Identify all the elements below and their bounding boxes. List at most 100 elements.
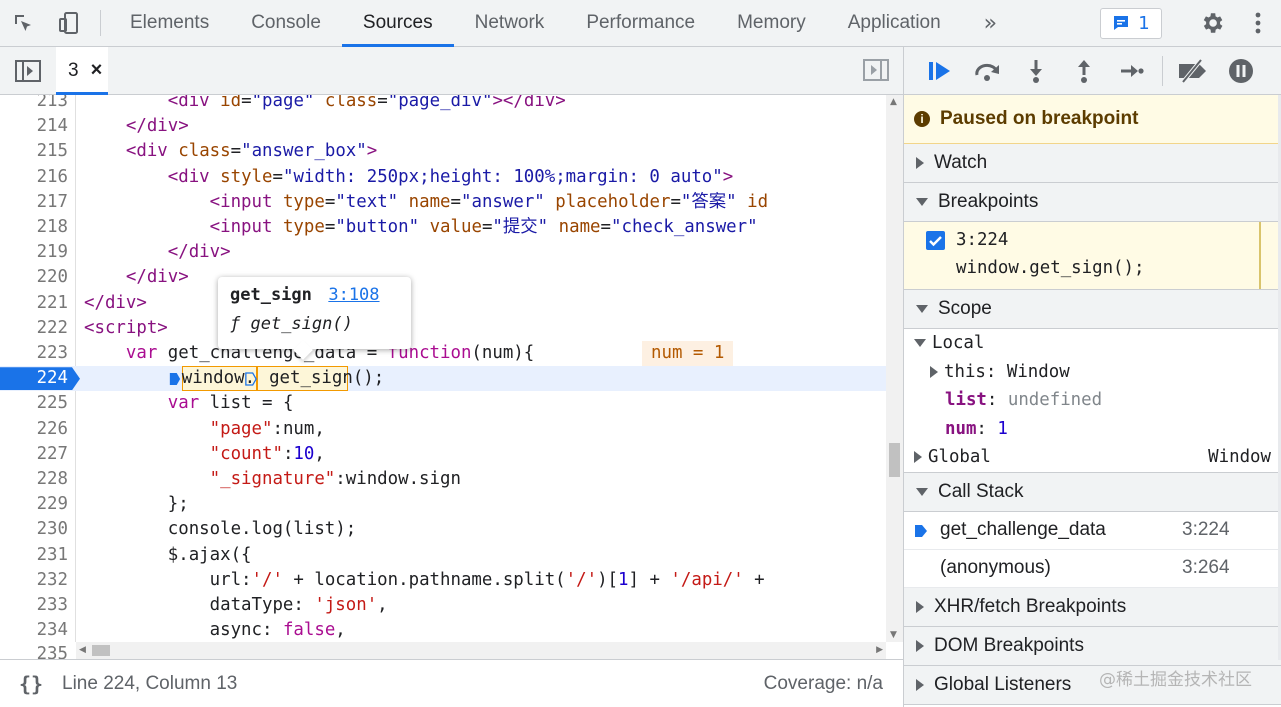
- breakpoint-item[interactable]: 3:224 window.get_sign();: [904, 222, 1281, 290]
- pretty-print-icon[interactable]: {}: [0, 672, 62, 696]
- resume-icon[interactable]: [916, 47, 964, 95]
- line-number[interactable]: 219: [0, 240, 68, 265]
- code-line: 226 "page":num,: [0, 417, 886, 442]
- call-frame[interactable]: (anonymous) 3:264: [904, 550, 1281, 588]
- section-breakpoints[interactable]: Breakpoints: [904, 183, 1281, 222]
- code-line: 224 window. get_sign();: [0, 366, 886, 392]
- code-line: 232 url:'/' + location.pathname.split('/…: [0, 568, 886, 593]
- pause-on-exceptions-icon[interactable]: [1217, 47, 1265, 95]
- line-number[interactable]: 231: [0, 543, 68, 568]
- scroll-down-arrow-icon[interactable]: ▼: [890, 630, 897, 640]
- scope-colon: :: [976, 418, 998, 439]
- editor-horizontal-scrollbar[interactable]: ◀ ▶: [76, 642, 886, 659]
- collapse-arrow-icon: [914, 339, 926, 348]
- scroll-thumb[interactable]: [92, 645, 110, 656]
- editor-vertical-scrollbar[interactable]: ▲ ▼: [886, 95, 903, 642]
- inspect-element-icon[interactable]: [0, 0, 46, 46]
- expand-arrow-icon: [930, 365, 938, 378]
- line-number[interactable]: 213: [0, 95, 68, 114]
- line-number[interactable]: 229: [0, 492, 68, 517]
- debugger-controls: [904, 47, 1281, 95]
- line-number[interactable]: 226: [0, 417, 68, 442]
- code-text: <input type="text" name="answer" placeho…: [209, 191, 769, 212]
- scope-label: Global: [928, 447, 991, 468]
- device-toolbar-icon[interactable]: [46, 0, 92, 46]
- scope-global[interactable]: Global Window: [904, 443, 1281, 472]
- code-text: </div>: [84, 292, 147, 313]
- code-line: 219 </div>: [0, 240, 886, 265]
- line-number[interactable]: 232: [0, 568, 68, 593]
- toggle-debugger-icon[interactable]: [863, 59, 889, 85]
- line-number[interactable]: 228: [0, 467, 68, 492]
- line-number[interactable]: 224: [0, 366, 68, 391]
- more-tabs-icon[interactable]: »: [962, 0, 1011, 46]
- collapse-arrow-icon: [916, 305, 928, 313]
- code-line: 234 async: false,: [0, 618, 886, 642]
- toggle-navigator-icon[interactable]: [0, 59, 56, 82]
- popover-source-link[interactable]: 3:108: [328, 285, 379, 305]
- line-number[interactable]: 214: [0, 114, 68, 139]
- close-tab-icon[interactable]: ×: [91, 59, 103, 82]
- tab-application[interactable]: Application: [827, 0, 962, 46]
- scope-value: 1: [997, 418, 1008, 439]
- scroll-thumb[interactable]: [889, 443, 900, 477]
- line-number[interactable]: 215: [0, 139, 68, 164]
- section-dom-breakpoints[interactable]: DOM Breakpoints: [904, 626, 1281, 666]
- code-editor[interactable]: 213 <div id="page" class="page_div"></di…: [0, 95, 886, 642]
- partial-line: 235: [0, 642, 76, 659]
- scroll-left-arrow-icon[interactable]: ◀: [79, 645, 86, 655]
- scroll-right-arrow-icon[interactable]: ▶: [876, 645, 883, 655]
- tab-console[interactable]: Console: [230, 0, 342, 46]
- tab-memory[interactable]: Memory: [716, 0, 827, 46]
- section-title: XHR/fetch Breakpoints: [934, 595, 1127, 617]
- step-over-icon[interactable]: [964, 47, 1012, 95]
- more-options-icon[interactable]: [1235, 11, 1281, 35]
- scope-local[interactable]: Local: [904, 329, 1281, 358]
- section-title: Watch: [934, 152, 988, 173]
- settings-gear-icon[interactable]: [1189, 10, 1235, 36]
- step-out-icon[interactable]: [1060, 47, 1108, 95]
- line-number[interactable]: 221: [0, 291, 68, 316]
- call-frame[interactable]: get_challenge_data 3:224: [904, 512, 1281, 550]
- section-watch[interactable]: Watch: [904, 144, 1281, 183]
- tab-elements[interactable]: Elements: [109, 0, 230, 46]
- code-line: 215 <div class="answer_box">: [0, 139, 886, 164]
- line-number[interactable]: 230: [0, 517, 68, 542]
- code-line: 228 "_signature":window.sign: [0, 467, 886, 492]
- tab-performance[interactable]: Performance: [565, 0, 716, 46]
- section-xhr-breakpoints[interactable]: XHR/fetch Breakpoints: [904, 587, 1281, 627]
- code-text: window. get_sign();: [181, 368, 385, 389]
- scope-var-list[interactable]: list: undefined: [904, 386, 1281, 415]
- line-number[interactable]: 234: [0, 618, 68, 642]
- line-number[interactable]: 225: [0, 391, 68, 416]
- breakpoint-code: window.get_sign();: [956, 258, 1145, 278]
- code-line: 229 };: [0, 492, 886, 517]
- line-number[interactable]: 233: [0, 593, 68, 618]
- step-into-icon[interactable]: [1012, 47, 1060, 95]
- code-line: 230 console.log(list);: [0, 517, 886, 542]
- file-tab[interactable]: 3 ×: [56, 47, 109, 95]
- line-number[interactable]: 223: [0, 341, 68, 366]
- code-text: $.ajax({: [84, 544, 252, 565]
- tab-sources[interactable]: Sources: [341, 0, 454, 47]
- code-text: };: [84, 494, 189, 515]
- issues-icon: [1114, 16, 1129, 30]
- scroll-up-arrow-icon[interactable]: ▲: [890, 97, 897, 107]
- line-number[interactable]: 227: [0, 442, 68, 467]
- tab-network[interactable]: Network: [454, 0, 566, 46]
- section-scope[interactable]: Scope: [904, 290, 1281, 329]
- line-number[interactable]: 216: [0, 165, 68, 190]
- issues-button[interactable]: 1: [1100, 7, 1162, 39]
- line-number[interactable]: 217: [0, 190, 68, 215]
- scope-var-this[interactable]: this: Window: [904, 358, 1281, 387]
- scope-var-num[interactable]: num: 1: [904, 415, 1281, 444]
- section-call-stack[interactable]: Call Stack: [904, 472, 1281, 512]
- line-number[interactable]: 220: [0, 265, 68, 290]
- code-text: "count":10,: [209, 443, 325, 464]
- line-number[interactable]: 222: [0, 316, 68, 341]
- deactivate-breakpoints-icon[interactable]: [1169, 47, 1217, 95]
- step-icon[interactable]: [1108, 47, 1156, 95]
- line-number[interactable]: 218: [0, 215, 68, 240]
- code-text: <input type="button" value="提交" name="ch…: [209, 217, 758, 237]
- breakpoint-checkbox[interactable]: [926, 231, 945, 250]
